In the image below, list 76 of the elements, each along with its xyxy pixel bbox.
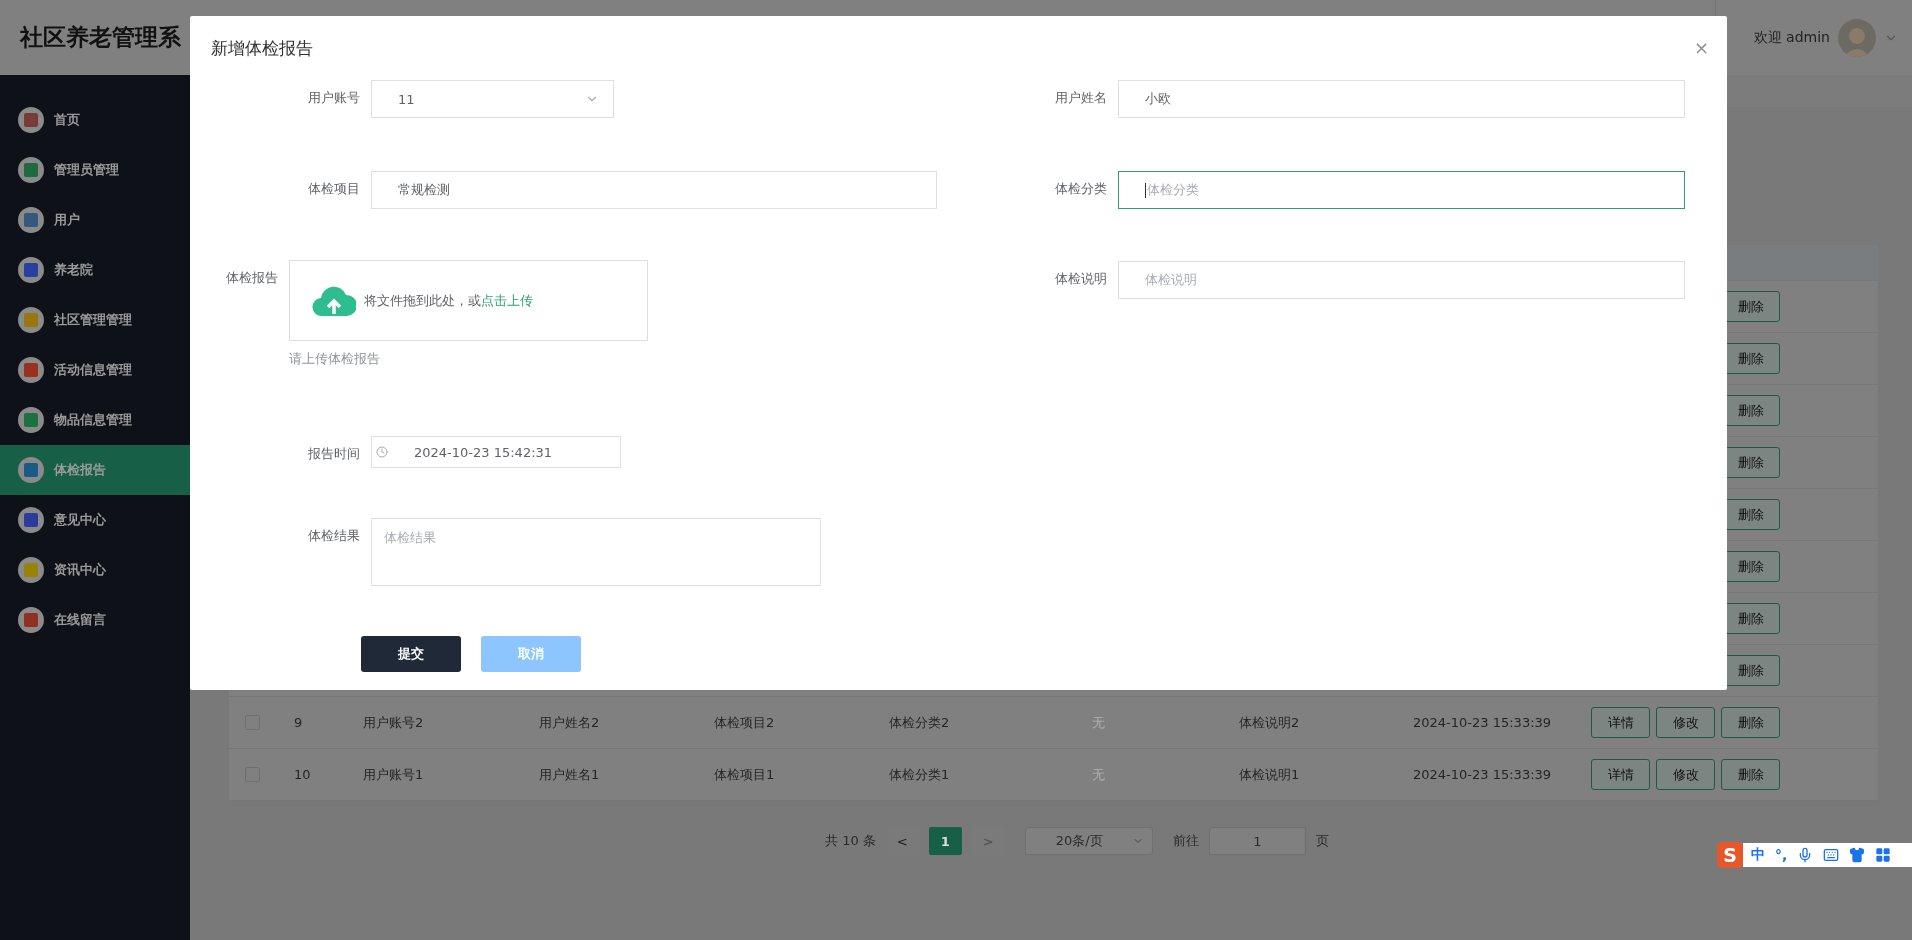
table-cell-text: 10 <box>293 767 312 782</box>
greeting-text: 欢迎 admin <box>1753 28 1830 47</box>
table-cell-text: 体检说明2 <box>1238 713 1301 732</box>
table-cell-text: 2024-10-23 15:33:39 <box>1412 715 1553 730</box>
sidebar-item[interactable]: 意见中心 <box>0 495 190 545</box>
field-label: 体检分类 <box>1054 180 1107 198</box>
input-field[interactable]: 小欧 <box>1118 80 1685 118</box>
shirt-icon[interactable] <box>1849 847 1866 863</box>
upload-link[interactable]: 点击上传 <box>481 292 533 308</box>
row-action-button[interactable]: 删除 <box>1721 759 1780 790</box>
field-label: 体检项目 <box>307 180 360 198</box>
goto-label: 前往 <box>1172 832 1199 850</box>
menu-icon <box>18 357 44 383</box>
table-cell-text: 用户账号1 <box>362 765 425 784</box>
field-label: 体检报告 <box>225 269 278 287</box>
ime-punct[interactable]: °, <box>1775 847 1788 863</box>
page-button[interactable]: 1 <box>928 827 962 855</box>
table-cell-text: 2024-10-23 15:33:39 <box>1412 767 1553 782</box>
clock-icon <box>376 446 388 458</box>
table-cell-text: 体检分类1 <box>888 765 951 784</box>
field-label: 用户姓名 <box>1054 89 1107 107</box>
sidebar-item[interactable]: 管理员管理 <box>0 145 190 195</box>
input-field[interactable]: 常规检测 <box>371 171 937 209</box>
datetime-field[interactable]: 2024-10-23 15:42:31 <box>371 436 621 468</box>
menu-icon <box>18 207 44 233</box>
keyboard-icon[interactable] <box>1823 847 1840 863</box>
page-input[interactable]: 1 <box>1208 827 1306 855</box>
table-cell-text: 体检项目2 <box>713 713 776 732</box>
menu-icon <box>18 507 44 533</box>
sidebar-item[interactable]: 首页 <box>0 95 190 145</box>
row-action-button[interactable]: 删除 <box>1721 707 1780 738</box>
sidebar-item[interactable]: 活动信息管理 <box>0 345 190 395</box>
close-button[interactable]: × <box>1693 39 1709 57</box>
menu-icon <box>18 607 44 633</box>
menu-icon <box>18 157 44 183</box>
menu-icon <box>18 557 44 583</box>
field-label: 体检说明 <box>1054 270 1107 288</box>
sidebar-item[interactable]: 在线留言 <box>0 595 190 645</box>
ime-mode[interactable]: 中 <box>1751 846 1765 864</box>
table-cell-text: 用户姓名2 <box>538 713 601 732</box>
row-action-button[interactable]: 修改 <box>1656 707 1715 738</box>
total-count: 共 10 条 <box>825 832 876 850</box>
menu-icon <box>18 407 44 433</box>
row-action-button[interactable]: 详情 <box>1591 759 1650 790</box>
account-select[interactable]: 11 <box>371 80 614 118</box>
grid-icon[interactable] <box>1875 847 1892 863</box>
sidebar-item[interactable]: 养老院 <box>0 245 190 295</box>
row-action-button[interactable]: 修改 <box>1656 759 1715 790</box>
table-cell-text: 用户账号2 <box>362 713 425 732</box>
table-cell-text: 体检分类2 <box>888 713 951 732</box>
menu-icon <box>18 307 44 333</box>
page-suffix: 页 <box>1315 832 1329 850</box>
menu-icon <box>18 257 44 283</box>
table-cell-text: 9 <box>293 715 304 730</box>
page-size-select[interactable]: 20条/页 <box>1024 827 1153 855</box>
dialog-title: 新增体检报告 <box>211 36 313 60</box>
sidebar-item[interactable]: 资讯中心 <box>0 545 190 595</box>
app-title: 社区养老管理系 <box>18 23 182 52</box>
ime-logo[interactable]: S <box>1717 842 1743 868</box>
drop-text: 将文件拖到此处，或点击上传 <box>364 291 533 310</box>
row-action-button[interactable]: 详情 <box>1591 707 1650 738</box>
table-cell-text: 体检说明1 <box>1238 765 1301 784</box>
field-label: 体检结果 <box>307 527 360 545</box>
sidebar-item[interactable]: 社区管理管理 <box>0 295 190 345</box>
sidebar-item[interactable]: 用户 <box>0 195 190 245</box>
menu-icon <box>18 457 44 483</box>
sidebar-item[interactable]: 物品信息管理 <box>0 395 190 445</box>
submit-button[interactable]: 提交 <box>361 636 461 672</box>
field-label: 用户账号 <box>307 89 360 107</box>
menu-icon <box>18 107 44 133</box>
table-cell-text: 用户姓名1 <box>538 765 601 784</box>
table-cell-text: 体检项目1 <box>713 765 776 784</box>
field-label: 报告时间 <box>307 445 360 463</box>
upload-tip: 请上传体检报告 <box>289 350 381 368</box>
sidebar-item[interactable]: 体检报告 <box>0 445 190 495</box>
upload-area[interactable]: 将文件拖到此处，或点击上传 <box>289 260 648 341</box>
